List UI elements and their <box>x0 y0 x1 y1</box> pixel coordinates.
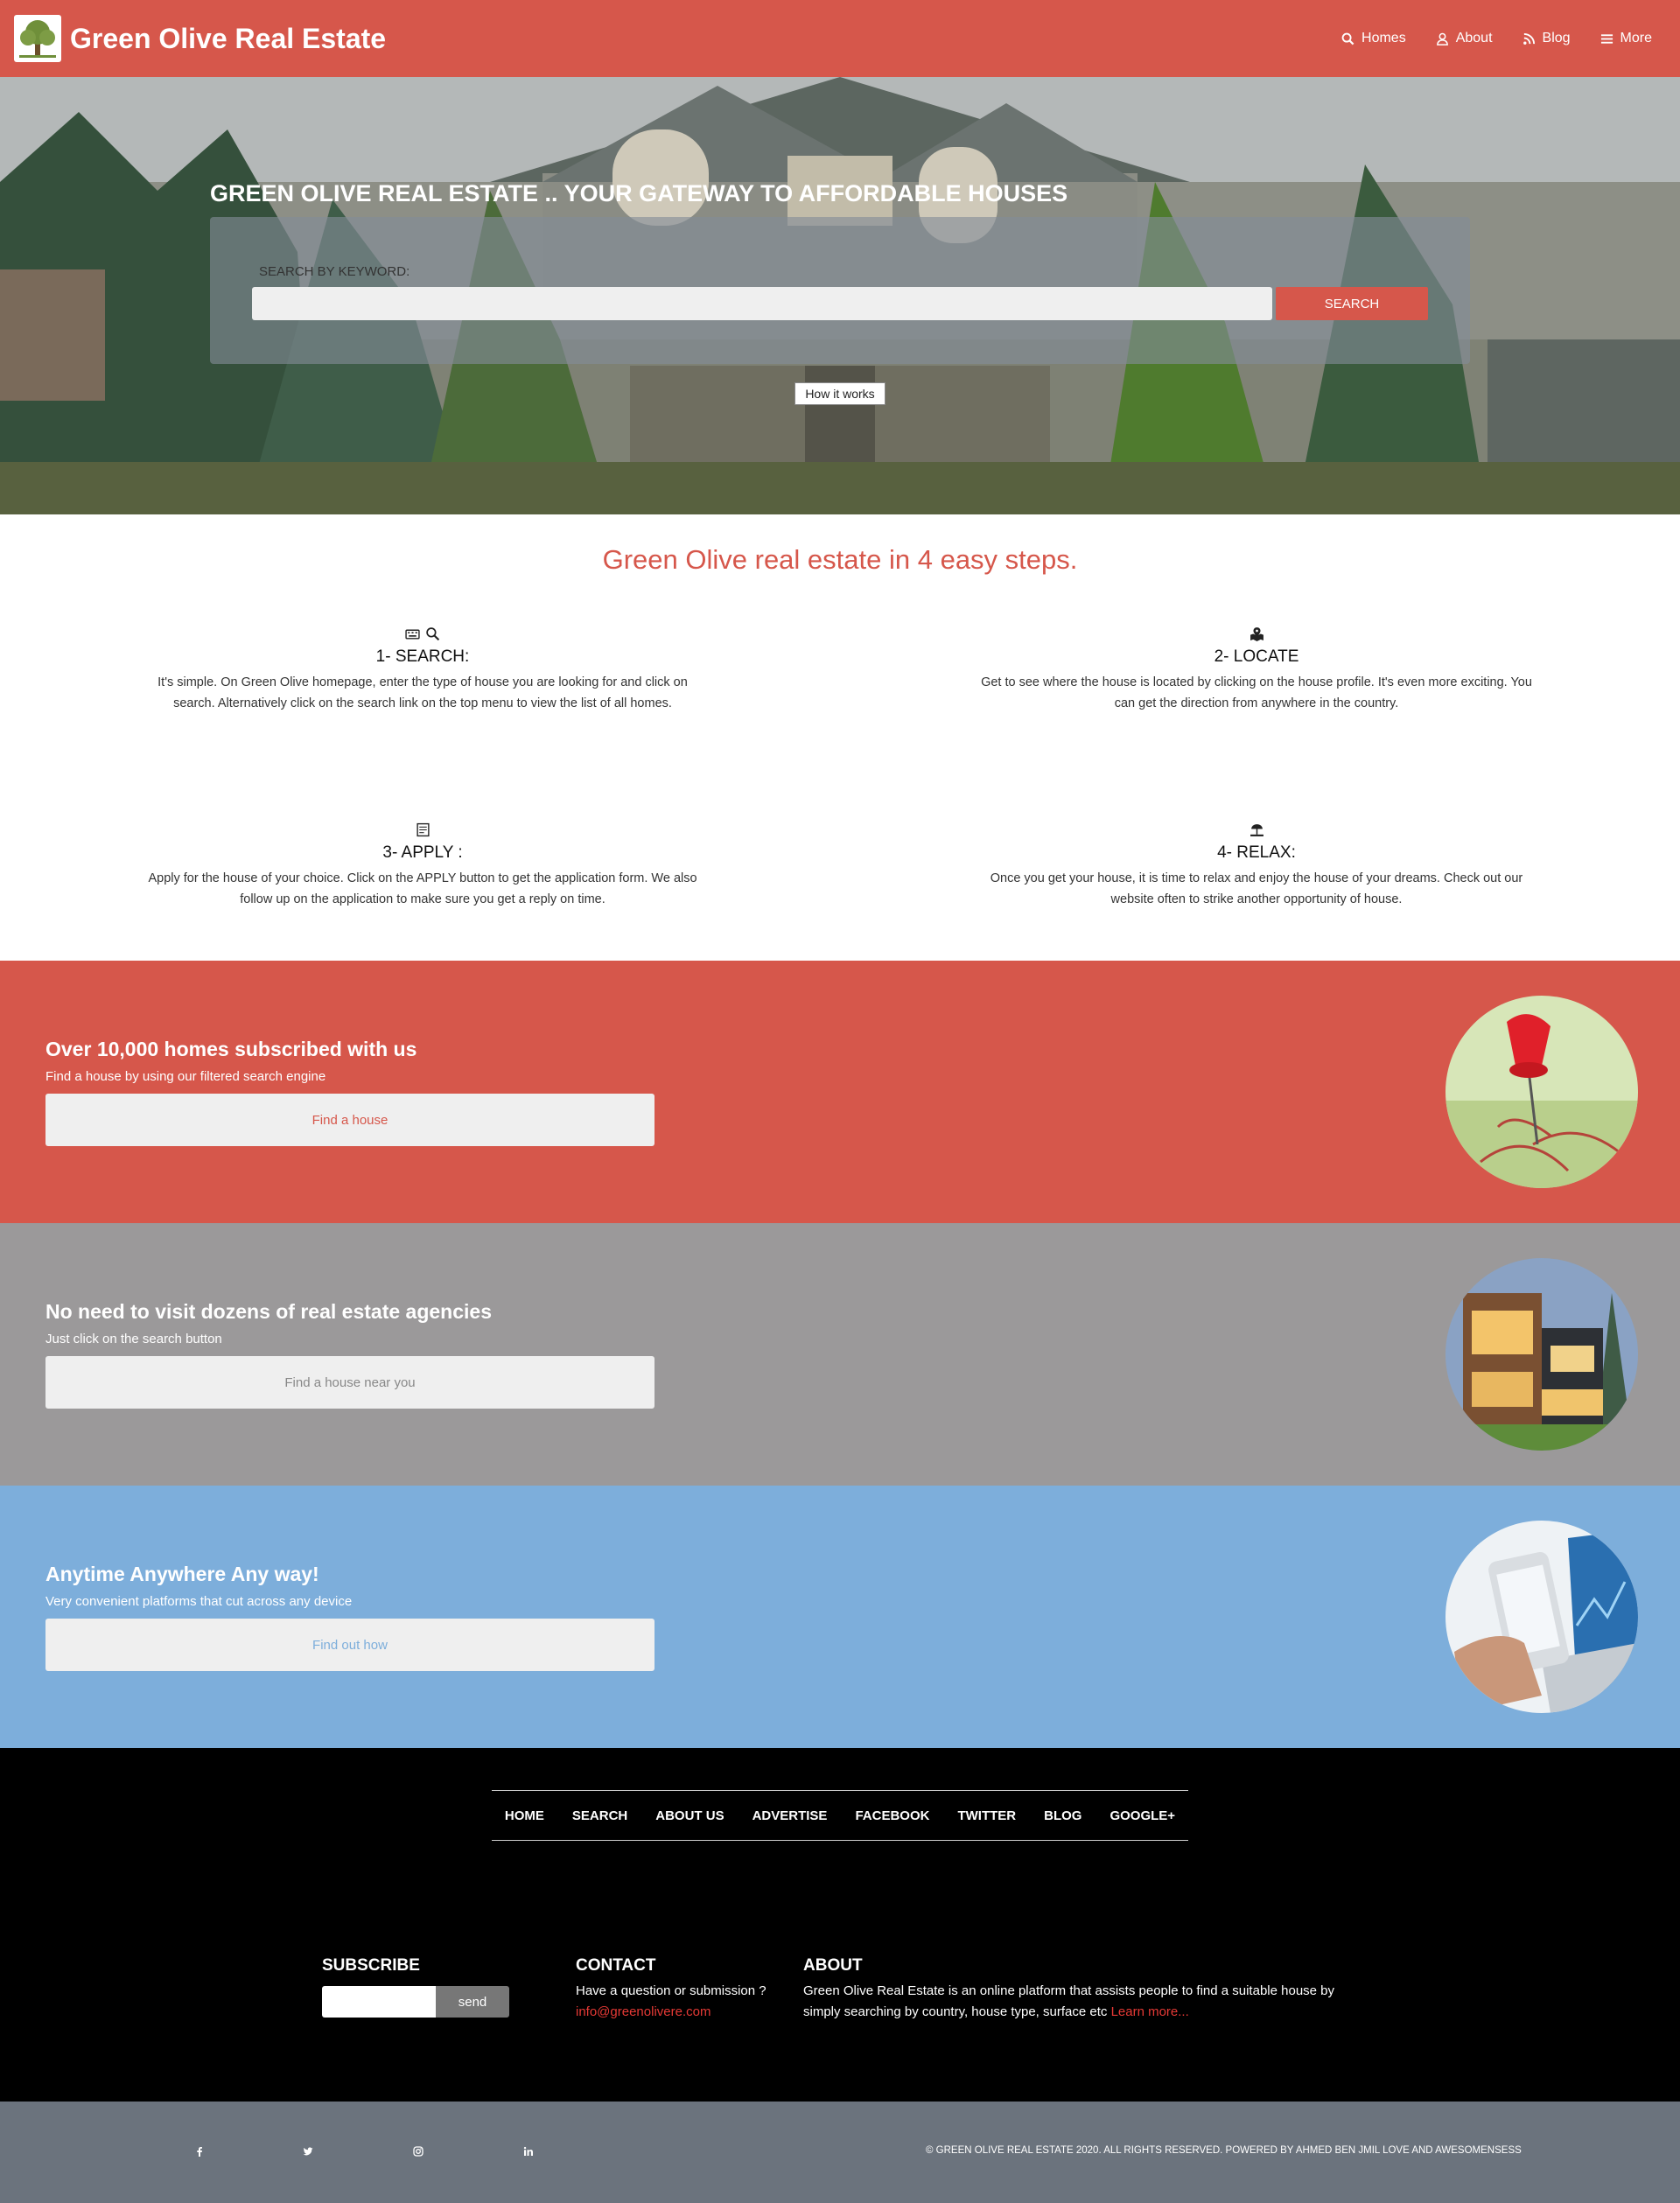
footer-link-about[interactable]: ABOUT US <box>655 1808 724 1823</box>
nav-blog-link[interactable]: Blog <box>1522 31 1571 46</box>
footer-link-home[interactable]: HOME <box>505 1808 544 1823</box>
band-title: Over 10,000 homes subscribed with us <box>46 1038 417 1060</box>
band-title: No need to visit dozens of real estate a… <box>46 1300 492 1323</box>
band-subtitle: Just click on the search button <box>46 1332 222 1346</box>
step-text: Get to see where the house is located by… <box>981 675 1532 710</box>
steps-title: Green Olive real estate in 4 easy steps. <box>602 544 1078 575</box>
step-apply: 3- APPLY : Apply for the house of your c… <box>143 822 703 910</box>
step-title: 4- RELAX: <box>1217 843 1296 862</box>
modern-house-image <box>1446 1258 1638 1451</box>
footer-link-facebook[interactable]: FACEBOOK <box>855 1808 929 1823</box>
linkedin-icon[interactable] <box>523 2145 534 2161</box>
step-title: 3- APPLY : <box>382 843 463 862</box>
phone-laptop-image <box>1446 1521 1638 1713</box>
footer-link-twitter[interactable]: TWITTER <box>957 1808 1016 1823</box>
nav-more-label: More <box>1620 31 1652 45</box>
step-locate: 2- LOCATE Get to see where the house is … <box>976 626 1536 714</box>
search-panel: SEARCH BY KEYWORD: SEARCH <box>210 217 1470 364</box>
nav-about-link[interactable]: About <box>1436 31 1493 46</box>
magnifier-icon <box>426 627 440 641</box>
band-title: Anytime Anywhere Any way! <box>46 1563 319 1585</box>
nav-more-link[interactable]: More <box>1600 31 1652 46</box>
footer-link-blog[interactable]: BLOG <box>1044 1808 1082 1823</box>
subscribe-title: SUBSCRIBE <box>322 1956 420 1975</box>
search-label: SEARCH BY KEYWORD: <box>259 264 410 279</box>
rss-icon <box>1522 32 1535 45</box>
nav-links: Homes About Blog More <box>1341 31 1652 46</box>
footer-link-search[interactable]: SEARCH <box>572 1808 627 1823</box>
find-house-button[interactable]: Find a house <box>46 1094 654 1146</box>
feature-band-agencies: No need to visit dozens of real estate a… <box>0 1223 1680 1486</box>
footer: HOME SEARCH ABOUT US ADVERTISE FACEBOOK … <box>0 1748 1680 2102</box>
nav-about-label: About <box>1455 31 1493 45</box>
step-text: Once you get your house, it is time to r… <box>990 871 1523 906</box>
step-title: 1- SEARCH: <box>375 647 470 666</box>
bottom-bar: © GREEN OLIVE REAL ESTATE 2020. ALL RIGH… <box>0 2102 1680 2203</box>
footer-link-googleplus[interactable]: GOOGLE+ <box>1110 1808 1175 1823</box>
map-location-icon <box>1250 627 1264 641</box>
step-search: 1- SEARCH: It's simple. On Green Olive h… <box>143 626 703 714</box>
learn-more-link[interactable]: Learn more... <box>1111 2004 1189 2019</box>
footer-nav: HOME SEARCH ABOUT US ADVERTISE FACEBOOK … <box>492 1790 1188 1841</box>
feature-band-devices: Anytime Anywhere Any way! Very convenien… <box>0 1486 1680 1748</box>
step-relax: 4- RELAX: Once you get your house, it is… <box>976 822 1536 910</box>
step-title: 2- LOCATE <box>1214 647 1299 666</box>
search-button[interactable]: SEARCH <box>1276 287 1428 320</box>
step-text: It's simple. On Green Olive homepage, en… <box>158 675 688 710</box>
tree-logo-icon[interactable] <box>14 15 61 62</box>
contact-text: Have a question or submission ? <box>576 1983 766 1998</box>
instagram-icon[interactable] <box>413 2145 424 2161</box>
about-column: ABOUT Green Olive Real Estate is an onli… <box>803 1956 1363 2023</box>
subscribe-email-input[interactable] <box>322 1986 436 2018</box>
search-icon <box>1341 32 1354 45</box>
brand-title[interactable]: Green Olive Real Estate <box>70 23 386 55</box>
beach-umbrella-icon <box>1250 824 1264 836</box>
find-out-how-button[interactable]: Find out how <box>46 1619 654 1671</box>
hero-section: GREEN OLIVE REAL ESTATE .. YOUR GATEWAY … <box>0 77 1680 514</box>
map-pin-image <box>1446 996 1638 1188</box>
search-input[interactable] <box>252 287 1272 320</box>
menu-icon <box>1600 33 1613 44</box>
footer-link-advertise[interactable]: ADVERTISE <box>752 1808 828 1823</box>
contact-title: CONTACT <box>576 1956 656 1975</box>
find-house-near-button[interactable]: Find a house near you <box>46 1356 654 1409</box>
about-text: Green Olive Real Estate is an online pla… <box>803 1983 1335 2019</box>
copyright-text: © GREEN OLIVE REAL ESTATE 2020. ALL RIGH… <box>926 2145 1522 2156</box>
feature-band-homes: Over 10,000 homes subscribed with us Fin… <box>0 961 1680 1223</box>
step-text: Apply for the house of your choice. Clic… <box>148 871 697 906</box>
band-subtitle: Find a house by using our filtered searc… <box>46 1069 326 1084</box>
nav-homes-link[interactable]: Homes <box>1341 31 1406 46</box>
facebook-icon[interactable] <box>194 2145 205 2161</box>
navbar: Green Olive Real Estate Homes About Blog… <box>0 0 1680 77</box>
contact-email-link[interactable]: info@greenolivere.com <box>576 2002 794 2023</box>
how-it-works-button[interactable]: How it works <box>794 382 886 405</box>
nav-blog-label: Blog <box>1542 31 1571 45</box>
subscribe-column: SUBSCRIBE send <box>322 1956 541 2018</box>
nav-homes-label: Homes <box>1362 31 1406 45</box>
hero-title: GREEN OLIVE REAL ESTATE .. YOUR GATEWAY … <box>210 180 1068 206</box>
user-icon <box>1436 32 1448 45</box>
contact-column: CONTACT Have a question or submission ? … <box>576 1956 794 2023</box>
about-title: ABOUT <box>803 1956 863 1975</box>
send-button[interactable]: send <box>436 1986 509 2018</box>
twitter-icon[interactable] <box>303 2145 313 2161</box>
keyboard-icon <box>405 629 420 640</box>
band-subtitle: Very convenient platforms that cut acros… <box>46 1594 353 1609</box>
form-icon <box>416 822 430 837</box>
